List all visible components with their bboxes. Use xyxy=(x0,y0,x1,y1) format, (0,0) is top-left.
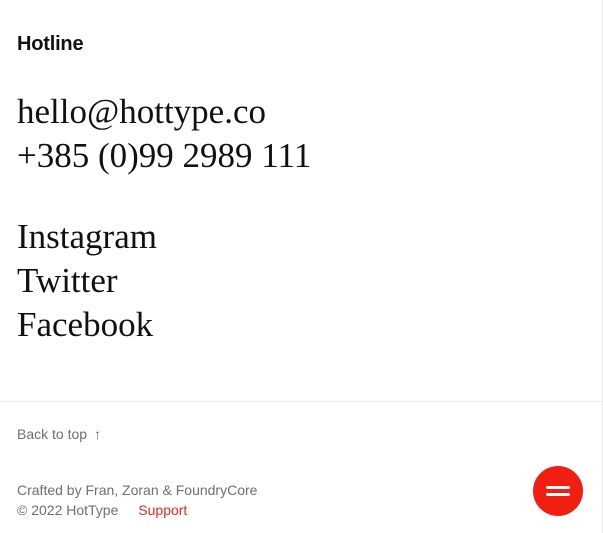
social-links: Instagram Twitter Facebook xyxy=(17,215,157,347)
footer-credits: Crafted by Fran, Zoran & FoundryCore © 2… xyxy=(17,480,257,520)
phone-link[interactable]: +385 (0)99 2989 111 xyxy=(17,134,311,178)
support-link[interactable]: Support xyxy=(138,502,187,518)
contact-details: hello@hottype.co +385 (0)99 2989 111 xyxy=(17,90,311,178)
arrow-up-icon: ↑ xyxy=(93,426,101,442)
hotline-heading: Hotline xyxy=(17,33,84,55)
hamburger-icon xyxy=(546,484,570,498)
hamburger-line-top xyxy=(546,486,570,489)
copyright-text: © 2022 HotType xyxy=(17,502,119,518)
hamburger-line-bottom xyxy=(546,493,570,496)
twitter-link[interactable]: Twitter xyxy=(17,259,157,303)
footer-divider xyxy=(0,401,602,402)
back-to-top-label: Back to top xyxy=(17,426,88,442)
credits-text: Crafted by Fran, Zoran & FoundryCore xyxy=(17,482,258,498)
menu-button[interactable] xyxy=(533,466,583,516)
back-to-top-link[interactable]: Back to top ↑ xyxy=(17,426,101,442)
contact-footer-page: Hotline hello@hottype.co +385 (0)99 2989… xyxy=(0,0,603,533)
facebook-link[interactable]: Facebook xyxy=(17,303,157,347)
instagram-link[interactable]: Instagram xyxy=(17,215,157,259)
copyright-row: © 2022 HotType Support xyxy=(17,500,257,520)
email-link[interactable]: hello@hottype.co xyxy=(17,90,311,134)
